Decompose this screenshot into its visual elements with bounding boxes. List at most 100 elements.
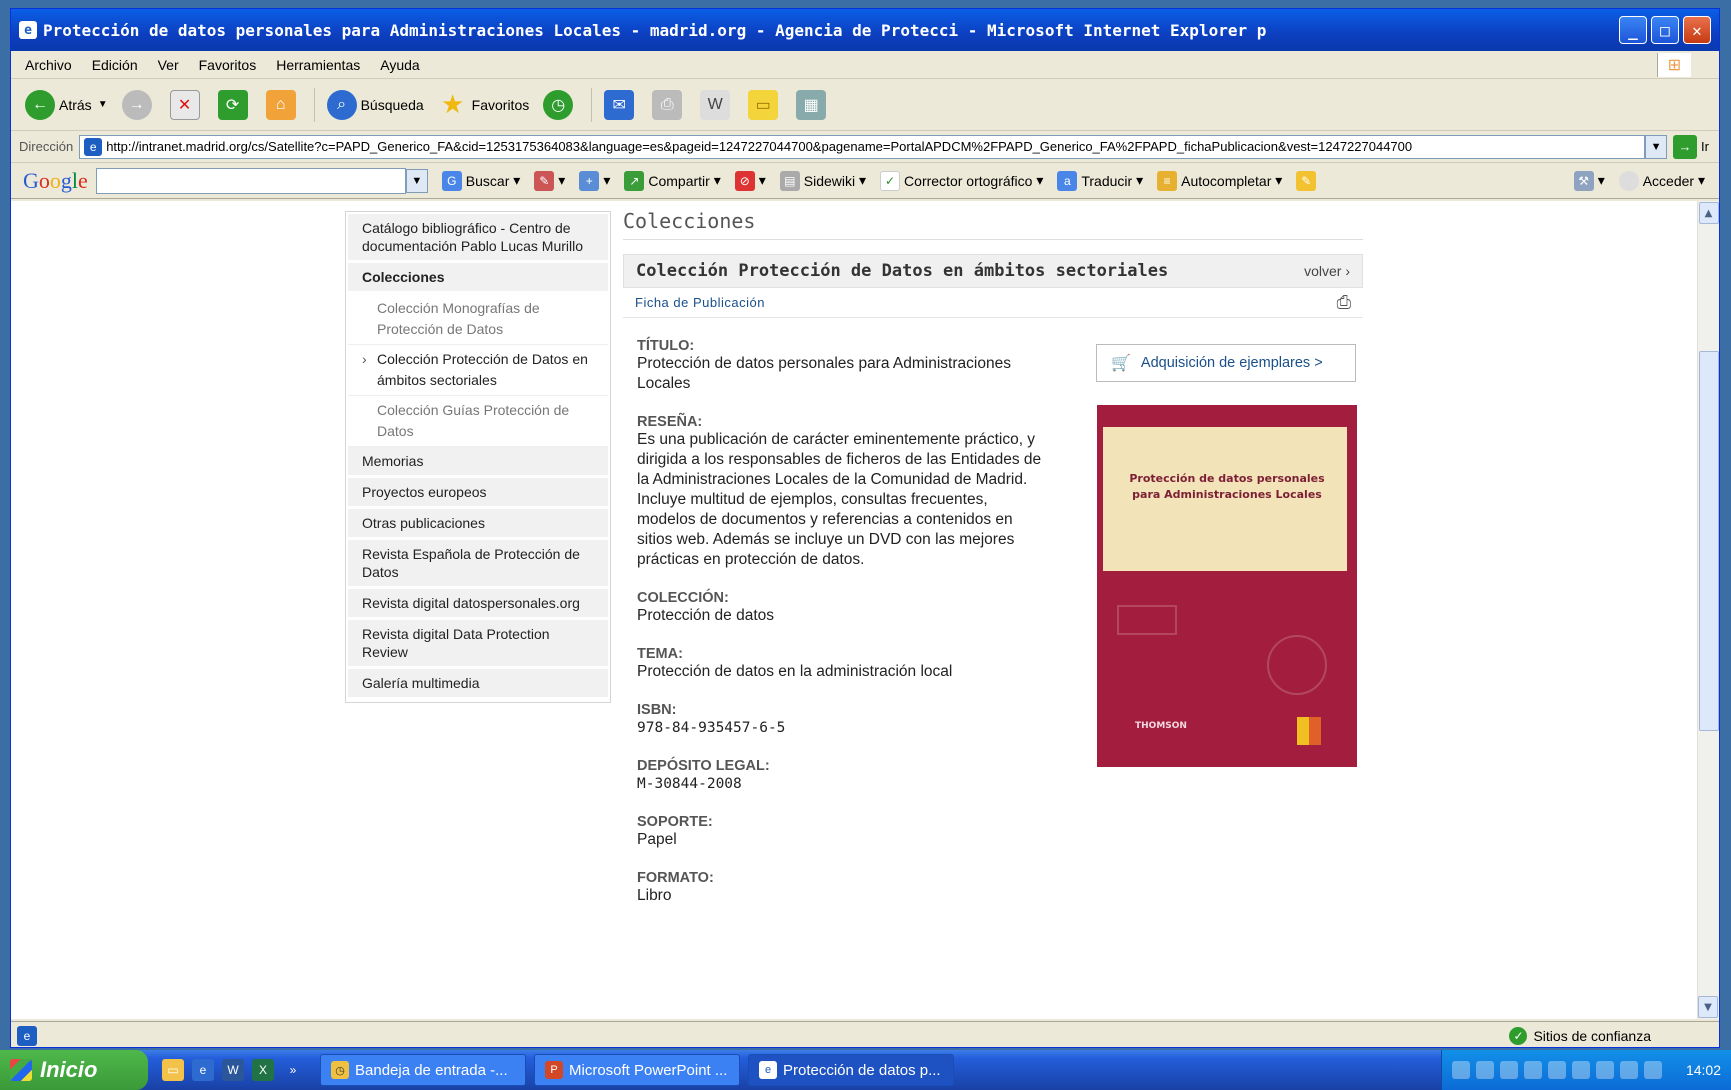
sidebar-item-revista-espanola[interactable]: Revista Española de Protección de Datos [348, 540, 608, 586]
sidebar-item-datospersonales[interactable]: Revista digital datospersonales.org [348, 589, 608, 617]
menu-ayuda[interactable]: Ayuda [380, 57, 419, 73]
chevron-more-icon[interactable]: » [282, 1059, 304, 1081]
desktop-icon[interactable]: ▭ [162, 1059, 184, 1081]
menu-ver[interactable]: Ver [158, 57, 179, 73]
sidewiki-button[interactable]: ▤ Sidewiki ▾ [779, 170, 866, 191]
book-publisher: THOMSON [1135, 721, 1187, 731]
scroll-thumb[interactable] [1699, 351, 1719, 731]
print-button[interactable]: ⎙ [652, 89, 686, 120]
task-label: Bandeja de entrada -... [355, 1061, 508, 1079]
excel-launch-icon[interactable]: X [252, 1059, 274, 1081]
sidebar-item-colecciones[interactable]: Colecciones [348, 263, 608, 291]
tray-network-error-icon[interactable] [1596, 1061, 1614, 1079]
minimize-button[interactable]: _ [1619, 16, 1647, 44]
word-launch-icon[interactable]: W [222, 1059, 244, 1081]
sidebar-item-memorias[interactable]: Memorias [348, 447, 608, 475]
translate-button[interactable]: a Traducir ▾ [1057, 170, 1143, 191]
favorites-button[interactable]: ★ Favoritos [438, 89, 529, 120]
field-value: Protección de datos en la administración… [637, 663, 953, 680]
spellcheck-button[interactable]: ✓ Corrector ortográfico ▾ [880, 170, 1043, 191]
tray-search-icon[interactable] [1500, 1061, 1518, 1079]
menu-archivo[interactable]: Archivo [25, 57, 72, 73]
back-dropdown-icon[interactable]: ▼ [98, 99, 108, 110]
google-bookmark-button[interactable]: ✎ ▾ [534, 170, 565, 191]
field-label: TEMA: [637, 646, 683, 662]
url-input[interactable]: e http://intranet.madrid.org/cs/Satellit… [79, 134, 1646, 159]
mail-icon: ✉ [604, 89, 635, 120]
menu-bar: Archivo Edición Ver Favoritos Herramient… [11, 51, 1719, 79]
research-button[interactable]: ▦ [796, 89, 830, 120]
tray-volume-icon[interactable] [1524, 1061, 1542, 1079]
scroll-up-icon[interactable]: ▲ [1698, 202, 1719, 224]
google-search-dropdown[interactable]: ▼ [405, 168, 428, 193]
close-button[interactable]: ✕ [1683, 16, 1711, 44]
search-icon: ⌕ [326, 89, 357, 120]
sidebar-item-galeria-multimedia[interactable]: Galería multimedia [348, 669, 608, 697]
google-search-input[interactable] [95, 167, 406, 194]
sidebar-subitem-monografias[interactable]: Colección Monografías de Protección de D… [348, 294, 608, 345]
field-soporte: SOPORTE: Papel [637, 814, 1049, 850]
task-outlook[interactable]: ◷ Bandeja de entrada -... [320, 1054, 526, 1086]
sidebar-item-data-protection-review[interactable]: Revista digital Data Protection Review [348, 620, 608, 666]
tray-app-icon[interactable] [1620, 1061, 1638, 1079]
menu-herramientas[interactable]: Herramientas [276, 57, 360, 73]
book-title-line: para Administraciones Locales [1132, 488, 1322, 501]
search-button[interactable]: ⌕ Búsqueda [326, 89, 424, 120]
edit-button[interactable]: W [700, 89, 734, 120]
start-button[interactable]: Inicio [0, 1050, 148, 1090]
search-label: Búsqueda [360, 96, 424, 113]
tray-messenger-icon[interactable] [1548, 1061, 1566, 1079]
popup-blocker-button[interactable]: ⊘ ▾ [734, 170, 766, 191]
acceder-button[interactable]: Acceder ▾ [1618, 170, 1705, 191]
volver-link[interactable]: volver › [1304, 263, 1350, 279]
tray-network-icon[interactable] [1572, 1061, 1590, 1079]
buscar-label: Buscar [465, 172, 510, 189]
task-ie[interactable]: e Protección de datos p... [748, 1054, 954, 1086]
forward-button[interactable]: → [121, 89, 156, 120]
history-button[interactable]: ◷ [543, 89, 577, 120]
task-powerpoint[interactable]: P Microsoft PowerPoint ... [534, 1054, 740, 1086]
sidebar-subitem-ambitos-sectoriales[interactable]: › Colección Protección de Datos en ámbito… [348, 345, 608, 396]
print-icon[interactable]: ⎙ [1337, 292, 1351, 313]
vertical-scrollbar[interactable]: ▲ ▼ [1697, 201, 1719, 1019]
sidebar-item-catalogo[interactable]: Catálogo bibliográfico - Centro de docum… [348, 214, 608, 260]
google-add-button[interactable]: + ▾ [579, 170, 610, 191]
field-label: SOPORTE: [637, 814, 713, 830]
refresh-button[interactable]: ⟳ [217, 89, 252, 120]
system-tray: 14:02 [1441, 1050, 1731, 1090]
autofill-icon: ≡ [1157, 170, 1178, 191]
sidebar-subitem-guias[interactable]: Colección Guías Protección de Datos [348, 396, 608, 447]
sidebar-subitem-label: Colección Protección de Datos en ámbitos… [377, 351, 588, 388]
highlight-button[interactable]: ✎ [1296, 170, 1320, 191]
notes-button[interactable]: ▭ [748, 89, 782, 120]
quick-launch: ▭ e W X » [162, 1059, 312, 1081]
page-content: Catálogo bibliográfico - Centro de docum… [11, 201, 1701, 1019]
spellcheck-icon: ✓ [880, 170, 901, 191]
menu-edicion[interactable]: Edición [92, 57, 138, 73]
tray-clock-icon[interactable] [1452, 1061, 1470, 1079]
stop-button[interactable]: ✕ [169, 89, 204, 120]
ie-launch-icon[interactable]: e [192, 1059, 214, 1081]
autofill-button[interactable]: ≡ Autocompletar ▾ [1157, 170, 1282, 191]
adquisicion-label: Adquisición de ejemplares > [1140, 355, 1323, 371]
mail-button[interactable]: ✉ [604, 89, 638, 120]
go-button[interactable]: → Ir [1673, 134, 1709, 159]
address-dropdown-button[interactable]: ▼ [1645, 134, 1668, 159]
book-cover-image: Protección de datos personales para Admi… [1097, 405, 1357, 767]
home-button[interactable]: ⌂ [265, 89, 300, 120]
scroll-down-icon[interactable]: ▼ [1698, 996, 1718, 1018]
google-buscar-button[interactable]: G Buscar ▾ [441, 170, 520, 191]
tray-shield-icon[interactable] [1476, 1061, 1494, 1079]
sidebar-item-proyectos-europeos[interactable]: Proyectos europeos [348, 478, 608, 506]
sidebar-item-otras-publicaciones[interactable]: Otras publicaciones [348, 509, 608, 537]
adquisicion-button[interactable]: 🛒 Adquisición de ejemplares > [1096, 344, 1356, 382]
standard-toolbar: ← Atrás ▼ → ✕ ⟳ ⌂ ⌕ Búsqueda ★ Favoritos… [11, 79, 1719, 131]
back-button[interactable]: ← Atrás ▼ [25, 89, 108, 120]
field-value: Libro [637, 887, 672, 904]
menu-favoritos[interactable]: Favoritos [199, 57, 257, 73]
page-status-icon: e [17, 1025, 37, 1046]
tray-chart-icon[interactable] [1644, 1061, 1662, 1079]
maximize-button[interactable]: □ [1651, 16, 1679, 44]
compartir-button[interactable]: ↗ Compartir ▾ [624, 170, 721, 191]
settings-button[interactable]: ⚒ ▾ [1573, 170, 1605, 191]
